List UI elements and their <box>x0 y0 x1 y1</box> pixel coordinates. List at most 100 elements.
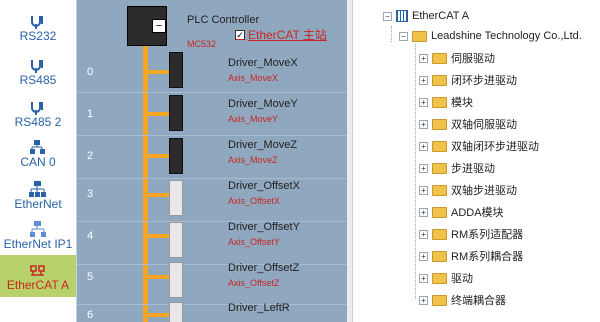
expand-icon[interactable]: + <box>419 251 428 261</box>
slave-row[interactable] <box>77 136 347 179</box>
plc-model: MC532 <box>187 39 217 49</box>
slave-row[interactable] <box>77 262 347 305</box>
sidebar-item-rs485[interactable]: RS485 <box>0 50 76 92</box>
driver-name: Driver_OffsetX <box>228 180 300 192</box>
sidebar-item-ethernet[interactable]: EtherNet <box>0 174 76 216</box>
tree-category[interactable]: + 闭环步进驱动 <box>419 72 517 88</box>
tree-vendor-leadshine[interactable]: − Leadshine Technology Co.,Ltd. <box>399 28 582 44</box>
tree-vendor-label: Leadshine Technology Co.,Ltd. <box>431 30 582 42</box>
expand-icon[interactable]: + <box>419 295 428 305</box>
folder-open-icon <box>412 30 427 42</box>
tree-category[interactable]: + 双轴步进驱动 <box>419 182 517 198</box>
network-icon <box>396 10 408 22</box>
collapse-icon[interactable]: − <box>399 31 408 41</box>
folder-icon <box>432 96 447 108</box>
axis-name: Axis_MoveY <box>228 114 279 124</box>
folder-icon <box>432 272 447 284</box>
tree-category-label: 双轴闭环步进驱动 <box>451 141 539 153</box>
slave-row[interactable] <box>77 222 347 265</box>
driver-device[interactable] <box>169 95 183 131</box>
tree-category[interactable]: + RM系列耦合器 <box>419 248 523 264</box>
tree-category[interactable]: + 步进驱动 <box>419 160 495 176</box>
sidebar-item-can0[interactable]: CAN 0 <box>0 132 76 174</box>
can-bus-icon <box>30 140 45 154</box>
expand-icon[interactable]: + <box>419 207 428 217</box>
collapse-icon[interactable]: − <box>152 19 166 33</box>
tree-category[interactable]: + 终端耦合器 <box>419 292 506 308</box>
axis-name: Axis_OffsetZ <box>228 278 280 288</box>
ethercat-master-checkbox[interactable]: ✓ EtherCAT 主站 <box>235 26 327 43</box>
bus-branch <box>143 234 169 238</box>
serial-port-icon <box>31 16 43 29</box>
tree-connector <box>391 26 392 42</box>
expand-icon[interactable]: + <box>419 163 428 173</box>
device-tree-panel: − EtherCAT A − Leadshine Technology Co.,… <box>352 0 600 322</box>
slave-index: 6 <box>87 309 94 321</box>
expand-icon[interactable]: + <box>419 229 428 239</box>
ethercat-master-label: EtherCAT 主站 <box>248 28 327 42</box>
driver-device[interactable] <box>169 138 183 174</box>
ethernet-icon <box>29 181 46 197</box>
tree-root-label: EtherCAT A <box>412 10 470 22</box>
driver-device[interactable] <box>169 302 183 322</box>
tree-category[interactable]: + 模块 <box>419 94 473 110</box>
expand-icon[interactable]: + <box>419 53 428 63</box>
expand-icon[interactable]: + <box>419 273 428 283</box>
tree-connector <box>415 44 416 299</box>
tree-category-label: 伺服驱动 <box>451 53 495 65</box>
sidebar-item-rs232[interactable]: RS232 <box>0 6 76 48</box>
axis-name: Axis_MoveX <box>228 73 279 83</box>
slave-row[interactable] <box>77 50 347 93</box>
plc-controller-device[interactable]: − <box>127 6 167 46</box>
folder-icon <box>432 74 447 86</box>
tree-category-label: ADDA模块 <box>451 207 504 219</box>
tree-category-label: RM系列适配器 <box>451 229 524 241</box>
tree-category[interactable]: + 伺服驱动 <box>419 50 495 66</box>
driver-device[interactable] <box>169 222 183 258</box>
sidebar-item-ethercat-a[interactable]: EtherCAT A <box>0 255 76 297</box>
tree-category-label: 终端耦合器 <box>451 295 506 307</box>
driver-name: Driver_LeftR <box>228 302 290 314</box>
slave-index: 3 <box>87 188 94 200</box>
sidebar-item-ethernet-ip1[interactable]: EtherNet IP1 <box>0 214 76 256</box>
folder-icon <box>432 250 447 262</box>
bus-branch <box>143 275 169 279</box>
expand-icon[interactable]: + <box>419 141 428 151</box>
slave-index: 1 <box>87 108 94 120</box>
expand-icon[interactable]: + <box>419 75 428 85</box>
driver-device[interactable] <box>169 180 183 216</box>
bus-branch <box>143 70 169 74</box>
expand-icon[interactable]: + <box>419 119 428 129</box>
tree-category-label: RM系列耦合器 <box>451 251 524 263</box>
check-icon: ✓ <box>235 29 245 40</box>
serial-port-icon <box>31 60 43 73</box>
expand-icon[interactable]: + <box>419 185 428 195</box>
driver-name: Driver_MoveY <box>228 98 298 110</box>
collapse-icon[interactable]: − <box>383 11 392 21</box>
folder-icon <box>432 118 447 130</box>
folder-icon <box>432 206 447 218</box>
tree-root-ethercat-a[interactable]: − EtherCAT A <box>383 8 469 24</box>
ethernet-ip-icon <box>30 221 46 237</box>
folder-icon <box>432 294 447 306</box>
tree-category[interactable]: + ADDA模块 <box>419 204 504 220</box>
folder-icon <box>432 52 447 64</box>
bus-branch <box>143 193 169 197</box>
tree-category-label: 双轴步进驱动 <box>451 185 517 197</box>
tree-category[interactable]: + 驱动 <box>419 270 473 286</box>
driver-device[interactable] <box>169 52 183 88</box>
folder-icon <box>432 184 447 196</box>
bus-branch <box>143 112 169 116</box>
sidebar-item-rs485-2[interactable]: RS485 2 <box>0 92 76 134</box>
tree-category[interactable]: + 双轴闭环步进驱动 <box>419 138 539 154</box>
slave-row[interactable] <box>77 93 347 136</box>
tree-category-label: 步进驱动 <box>451 163 495 175</box>
slave-row[interactable] <box>77 179 347 222</box>
bus-branch <box>143 154 169 158</box>
tree-category[interactable]: + RM系列适配器 <box>419 226 523 242</box>
driver-device[interactable] <box>169 262 183 298</box>
expand-icon[interactable]: + <box>419 97 428 107</box>
tree-category[interactable]: + 双轴伺服驱动 <box>419 116 517 132</box>
slave-index: 0 <box>87 66 94 78</box>
slave-index: 4 <box>87 230 94 242</box>
